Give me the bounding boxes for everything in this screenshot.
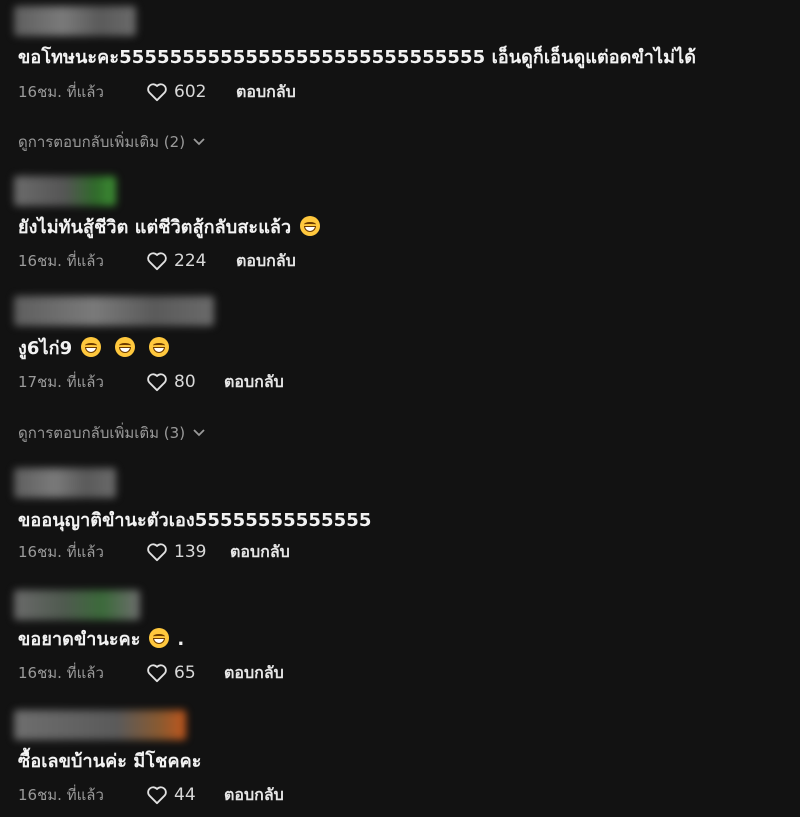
comment-text-suffix: . (177, 629, 185, 650)
view-more-replies-label: ดูการตอบกลับเพิ่มเติม (2) (18, 133, 186, 151)
comment-text-body: ขอยาดขำนะคะ (18, 629, 141, 650)
heart-outline-icon (147, 664, 167, 683)
like-count: 65 (174, 663, 196, 683)
comment-text: งู6ไก่9 (18, 333, 171, 362)
view-more-replies[interactable]: ดูการตอบกลับเพิ่มเติม (2) (18, 130, 205, 154)
heart-outline-icon (147, 83, 167, 102)
username-blurred[interactable] (14, 176, 116, 206)
comment-meta: 16ชม. ที่แล้ว 65 ตอบกลับ (18, 661, 284, 685)
comment-time: 16ชม. ที่แล้ว (18, 252, 104, 270)
comment-meta: 16ชม. ที่แล้ว 602 ตอบกลับ (18, 80, 296, 104)
reply-button[interactable]: ตอบกลับ (236, 80, 296, 105)
username-blurred[interactable] (14, 6, 136, 36)
username-blurred[interactable] (14, 710, 186, 740)
comment-text: ซื้อเลขบ้านค่ะ มีโชคคะ (18, 751, 202, 772)
reply-button[interactable]: ตอบกลับ (224, 370, 284, 395)
like-button[interactable]: 602 (146, 82, 236, 102)
like-button[interactable]: 224 (146, 251, 236, 271)
comment-time: 16ชม. ที่แล้ว (18, 543, 104, 561)
view-more-replies-label: ดูการตอบกลับเพิ่มเติม (3) (18, 424, 186, 442)
reply-button[interactable]: ตอบกลับ (224, 783, 284, 808)
view-more-replies[interactable]: ดูการตอบกลับเพิ่มเติม (3) (18, 421, 205, 445)
like-button[interactable]: 65 (146, 663, 224, 683)
comment-meta: 16ชม. ที่แล้ว 139 ตอบกลับ (18, 540, 290, 564)
grinning-squinting-face-emoji (115, 337, 136, 357)
grinning-squinting-face-emoji (148, 628, 169, 648)
comment-text: ยังไม่ทันสู้ชีวิต แต่ชีวิตสู้กลับสะแล้ว (18, 212, 322, 241)
grinning-squinting-face-emoji (299, 216, 320, 236)
like-count: 80 (174, 372, 196, 392)
grinning-squinting-face-emoji (80, 337, 101, 357)
comment-meta: 17ชม. ที่แล้ว 80 ตอบกลับ (18, 370, 284, 394)
like-count: 44 (174, 785, 196, 805)
comment-text-body: งู6ไก่9 (18, 338, 73, 359)
comment-text: ขอโทษนะคะ55555555555555555555555555555 เ… (18, 47, 697, 68)
heart-outline-icon (147, 543, 167, 562)
reply-button[interactable]: ตอบกลับ (224, 661, 284, 686)
heart-outline-icon (147, 786, 167, 805)
grinning-squinting-face-emoji (149, 337, 170, 357)
chevron-down-icon (193, 138, 205, 146)
comment-time: 16ชม. ที่แล้ว (18, 664, 104, 682)
reply-button[interactable]: ตอบกลับ (236, 249, 296, 274)
like-count: 224 (174, 251, 207, 271)
comment-time: 16ชม. ที่แล้ว (18, 83, 104, 101)
heart-outline-icon (147, 373, 167, 392)
like-button[interactable]: 139 (146, 542, 230, 562)
comment-feed: ขอโทษนะคะ55555555555555555555555555555 เ… (0, 0, 800, 817)
heart-outline-icon (147, 252, 167, 271)
username-blurred[interactable] (14, 296, 214, 326)
like-count: 139 (174, 542, 207, 562)
chevron-down-icon (193, 429, 205, 437)
comment-text: ขอยาดขำนะคะ . (18, 624, 184, 653)
username-blurred[interactable] (14, 468, 116, 498)
comment-meta: 16ชม. ที่แล้ว 224 ตอบกลับ (18, 249, 296, 273)
like-button[interactable]: 44 (146, 785, 224, 805)
comment-text-body: ยังไม่ทันสู้ชีวิต แต่ชีวิตสู้กลับสะแล้ว (18, 217, 292, 238)
comment-text: ขออนุญาติขำนะตัวเอง55555555555555 (18, 510, 372, 531)
like-button[interactable]: 80 (146, 372, 224, 392)
comment-time: 17ชม. ที่แล้ว (18, 373, 104, 391)
comment-time: 16ชม. ที่แล้ว (18, 786, 104, 804)
comment-meta: 16ชม. ที่แล้ว 44 ตอบกลับ (18, 783, 284, 807)
username-blurred[interactable] (14, 590, 140, 620)
like-count: 602 (174, 82, 207, 102)
reply-button[interactable]: ตอบกลับ (230, 540, 290, 565)
